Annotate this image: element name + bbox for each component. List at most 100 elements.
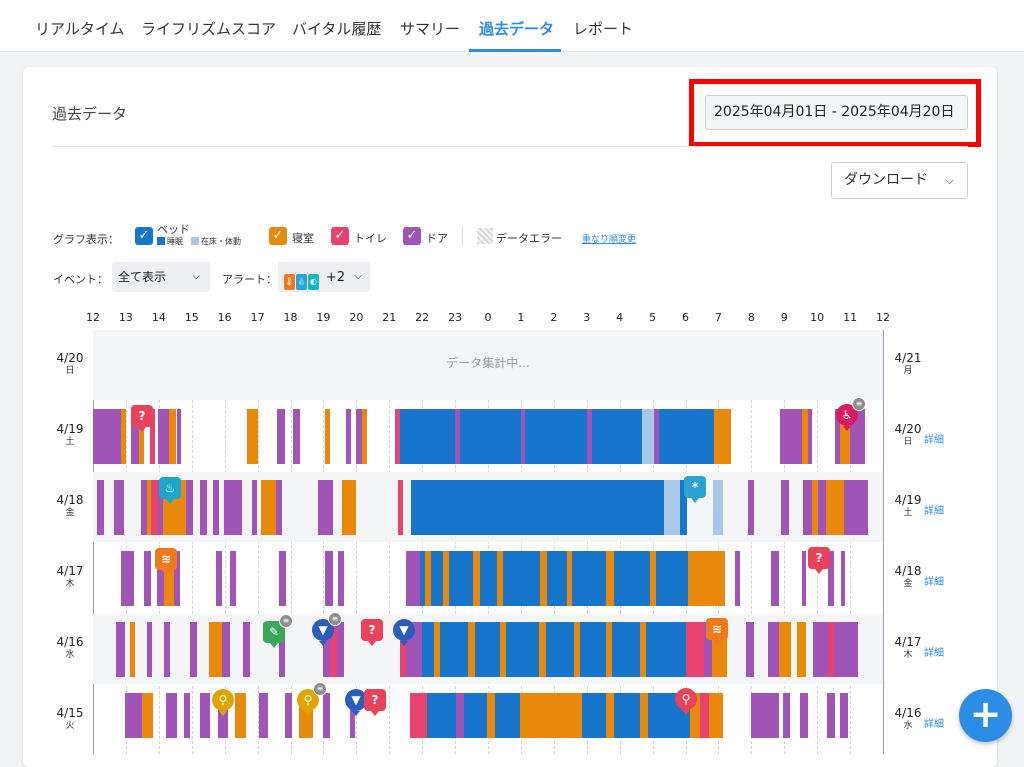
axis-tick-label: 10	[810, 311, 825, 324]
activity-segment-door	[114, 480, 124, 535]
axis-tick-label: 14	[151, 311, 166, 324]
divider	[52, 146, 968, 147]
activity-segment-door	[213, 480, 219, 535]
row-weekday: 日	[65, 366, 75, 376]
row-next-date: 4/20	[894, 422, 922, 436]
activity-segment-bedroom	[703, 551, 725, 606]
activity-segment-bedroom	[487, 693, 495, 738]
row-date-label: 4/17 木	[52, 565, 88, 591]
page-title: 過去データ	[52, 105, 128, 123]
toilet-icon[interactable]: ⚲	[675, 688, 697, 715]
tab-realtime[interactable]: リアルタイム	[35, 18, 125, 39]
activity-segment-toilet	[686, 622, 704, 677]
water-icon[interactable]: ♨	[159, 477, 181, 504]
comment-icon: ≡	[328, 612, 342, 626]
sos-person-icon[interactable]: ?	[364, 689, 386, 716]
axis-tick-label: 17	[250, 311, 265, 324]
activity-segment-door	[164, 622, 170, 677]
axis-tick-label: 5	[649, 311, 657, 324]
door-checkbox[interactable]: ✓	[403, 227, 421, 245]
add-button[interactable]: +	[959, 689, 1012, 742]
detail-link[interactable]: 詳細	[924, 573, 944, 588]
activity-segment-door	[323, 693, 330, 738]
sos-person-icon[interactable]: ?	[808, 547, 830, 574]
axis-tick-label: 23	[448, 311, 463, 324]
axis-tick-label: 19	[316, 311, 331, 324]
activity-segment-bedroom	[425, 551, 431, 606]
activity-segment-bedroom	[640, 622, 646, 677]
row-next-date-label: 4/18 金	[890, 565, 926, 591]
sos-person-icon[interactable]: ?	[131, 405, 153, 432]
comment-icon: ≡	[279, 614, 293, 628]
detail-link[interactable]: 詳細	[924, 644, 944, 659]
row-next-date-label: 4/17 木	[890, 636, 926, 662]
heat-icon[interactable]: ≋	[155, 548, 177, 575]
activity-segment-door	[200, 693, 210, 738]
activity-segment-door	[808, 409, 812, 464]
bed-checkbox[interactable]: ✓	[135, 227, 153, 245]
cold-icon[interactable]: *	[684, 476, 706, 503]
row-weekday: 水	[65, 650, 75, 660]
row-weekday: 木	[65, 579, 75, 589]
detail-link[interactable]: 詳細	[924, 431, 944, 446]
activity-segment-door	[125, 693, 142, 738]
activity-segment-bedroom	[520, 693, 548, 738]
tab-past-data[interactable]: 過去データ	[479, 18, 554, 39]
flashlight-icon[interactable]: ▼	[393, 619, 415, 646]
activity-segment-door	[147, 622, 152, 677]
tab-vital-history[interactable]: バイタル履歴	[292, 18, 381, 39]
activity-segment-door	[243, 622, 250, 677]
bed-in-label: 在床・体動	[201, 237, 241, 246]
event-filter-label: イベント：	[53, 273, 108, 286]
detail-link[interactable]: 詳細	[924, 502, 944, 517]
comment-icon: ≡	[852, 397, 866, 411]
aggregating-status: データ集計中...	[446, 356, 530, 370]
download-button[interactable]: ダウンロード ⌵	[831, 162, 968, 199]
activity-segment-bedroom	[606, 693, 614, 738]
activity-segment-door	[803, 480, 812, 535]
activity-segment-door	[124, 551, 134, 606]
axis-tick-label: 0	[484, 311, 492, 324]
activity-segment-bedroom	[130, 622, 135, 677]
graph-display-label: グラフ表示：	[53, 233, 119, 246]
activity-segment-bedroom	[567, 551, 572, 606]
activity-segment-door	[285, 693, 292, 738]
activity-segment-door	[841, 551, 845, 606]
activity-segment-door	[768, 622, 779, 677]
activity-segment-bedroom	[500, 622, 506, 677]
row-next-date-label: 4/20 日	[890, 423, 926, 449]
row-date-label: 4/16 水	[52, 636, 88, 662]
activity-segment-bedroom	[261, 480, 276, 535]
activity-segment-door	[318, 480, 333, 535]
row-next-date: 4/16	[894, 706, 922, 720]
row-weekday: 金	[65, 508, 75, 518]
date-range-input[interactable]: 2025年04月01日 - 2025年04月20日	[705, 95, 968, 130]
gridline	[883, 330, 884, 754]
tab-bar: リアルタイム ライフリズムスコア バイタル履歴 サマリー 過去データ レポート	[0, 0, 1024, 52]
activity-segment-door	[840, 622, 858, 677]
row-next-date: 4/21	[894, 351, 922, 365]
alert-select[interactable]: 🌡 💧 ◐ +2 ⌵	[278, 262, 370, 292]
toilet-checkbox[interactable]: ✓	[331, 227, 349, 245]
row-weekday: 土	[65, 437, 75, 447]
alert-filter-label: アラート：	[222, 273, 277, 286]
activity-segment-door	[252, 480, 257, 535]
detail-link[interactable]: 詳細	[924, 715, 944, 730]
sos-person-icon[interactable]: ?	[361, 619, 383, 646]
heat-icon[interactable]: ≋	[706, 618, 728, 645]
activity-segment-door	[259, 693, 268, 738]
order-change-link[interactable]: 重なり順変更	[582, 232, 636, 245]
event-select[interactable]: 全て表示 ⌵	[112, 262, 210, 292]
toilet-label: トイレ	[354, 232, 387, 245]
activity-segment-door	[800, 693, 808, 738]
tab-summary[interactable]: サマリー	[400, 18, 460, 39]
tab-report[interactable]: レポート	[573, 18, 633, 39]
activity-segment-door	[771, 551, 779, 606]
bedroom-checkbox[interactable]: ✓	[269, 227, 287, 245]
tab-liferhythm-score[interactable]: ライフリズムスコア	[141, 18, 276, 39]
axis-tick-label: 6	[682, 311, 689, 324]
row-next-date-label: 4/16 水	[890, 707, 926, 733]
toilet-icon[interactable]: ⚲	[212, 689, 234, 716]
activity-segment-door	[166, 693, 177, 738]
activity-segment-door	[748, 480, 754, 535]
